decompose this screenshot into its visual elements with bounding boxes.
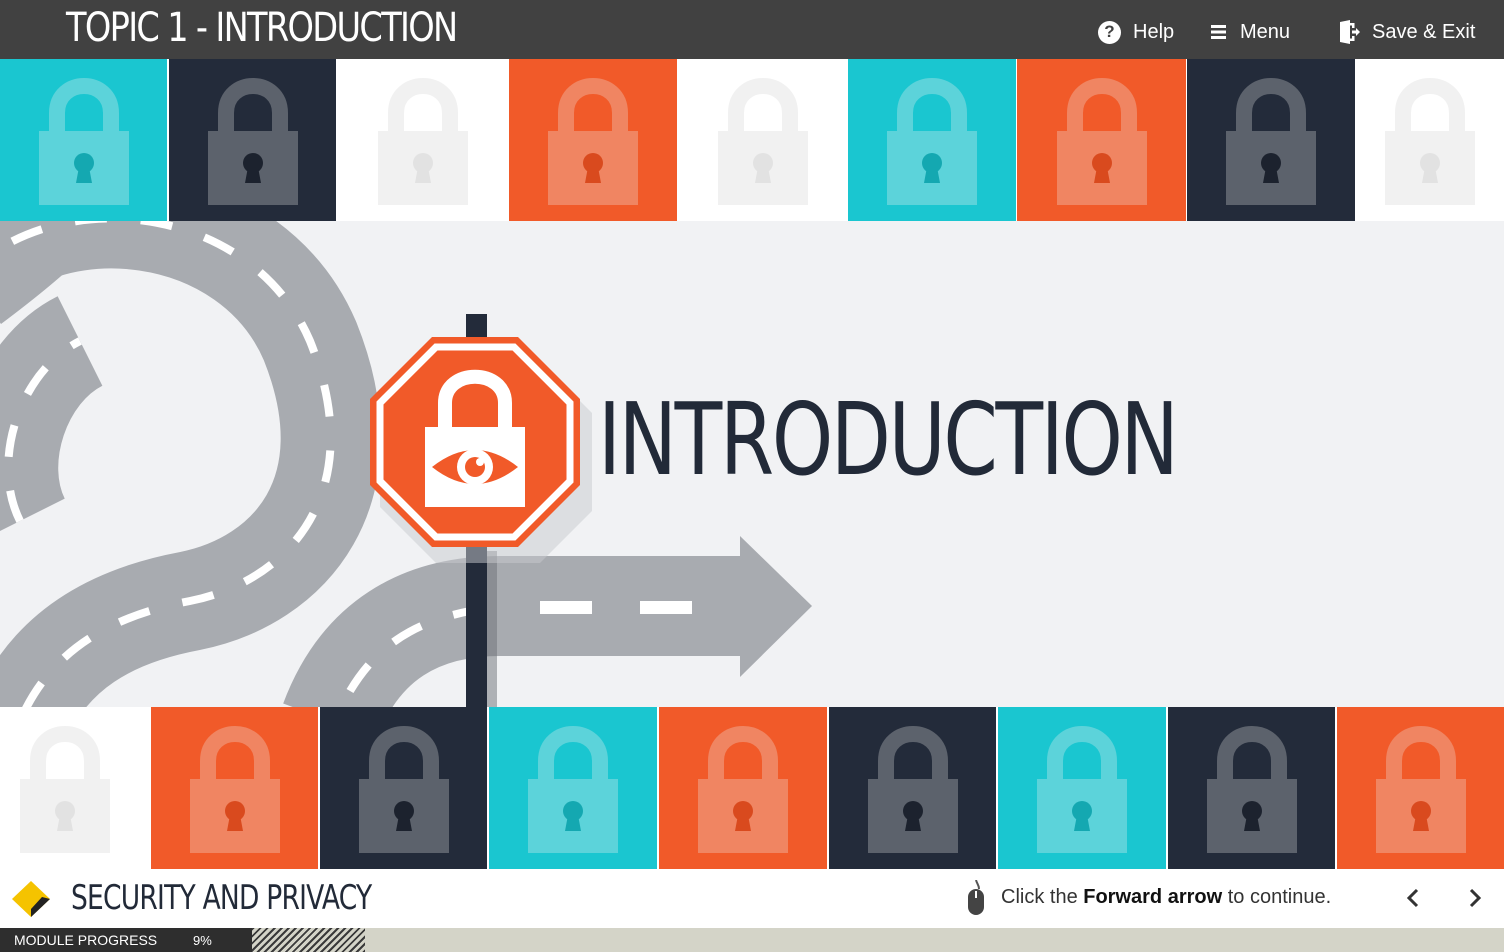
top-bar: TOPIC 1 - INTRODUCTION ? Help Menu Save … — [0, 0, 1504, 59]
lock-tile — [489, 707, 657, 869]
lock-tile — [338, 59, 507, 221]
lock-tile — [848, 59, 1016, 221]
padlock-icon — [189, 726, 280, 853]
mouse-icon — [965, 879, 987, 921]
instruction-prefix: Click the — [1001, 886, 1084, 908]
instruction-emphasis: Forward arrow — [1083, 886, 1223, 908]
exit-door-icon — [1338, 20, 1360, 44]
padlock-icon — [1385, 78, 1475, 205]
padlock-eye-stop-sign-icon — [370, 337, 592, 563]
back-arrow-button[interactable] — [1399, 884, 1427, 912]
lock-tile — [169, 59, 336, 221]
padlock-icon — [1226, 78, 1316, 205]
menu-label: Menu — [1240, 20, 1291, 43]
forward-arrow-button[interactable] — [1461, 884, 1489, 912]
padlock-icon — [717, 78, 808, 205]
padlock-icon — [20, 726, 110, 853]
module-progress-bar: MODULE PROGRESS 9% — [0, 928, 1504, 952]
lock-tile — [1337, 707, 1504, 869]
save-exit-button[interactable]: Save & Exit — [1338, 14, 1475, 50]
progress-label: MODULE PROGRESS — [14, 932, 158, 948]
instruction-suffix: to continue. — [1222, 886, 1332, 908]
instruction-text: Click the Forward arrow to continue. — [1001, 883, 1331, 911]
course-player: TOPIC 1 - INTRODUCTION ? Help Menu Save … — [0, 0, 1504, 952]
lock-tile-row-top — [0, 59, 1504, 221]
padlock-icon — [1037, 726, 1127, 853]
lock-tile — [151, 707, 318, 869]
lock-tile — [659, 707, 827, 869]
topic-title: TOPIC 1 - INTRODUCTION — [66, 5, 458, 51]
menu-button[interactable]: Menu — [1210, 14, 1290, 50]
padlock-icon — [1375, 726, 1466, 853]
lock-tile — [1356, 59, 1504, 221]
progress-fill — [252, 928, 365, 952]
lock-tile — [1017, 59, 1186, 221]
padlock-icon — [528, 726, 618, 853]
lock-tile — [998, 707, 1166, 869]
padlock-icon — [887, 78, 977, 205]
lock-tile — [320, 707, 487, 869]
padlock-icon — [1056, 78, 1147, 205]
chevron-left-icon — [1406, 888, 1419, 908]
lock-tile-row-bottom — [0, 707, 1504, 869]
padlock-icon — [377, 78, 468, 205]
padlock-icon — [1206, 726, 1297, 853]
progress-percent: 9% — [193, 933, 212, 948]
lock-tile — [0, 707, 150, 869]
diamond-logo-icon — [10, 879, 52, 924]
slide-scene: INTRODUCTION — [0, 221, 1504, 707]
lock-tile — [678, 59, 847, 221]
hamburger-menu-icon — [1210, 24, 1228, 40]
lock-tile — [509, 59, 677, 221]
lock-tile — [0, 59, 167, 221]
help-label: Help — [1133, 20, 1175, 43]
progress-label-box: MODULE PROGRESS 9% — [0, 928, 252, 952]
course-title: SECURITY AND PRIVACY — [71, 878, 372, 918]
chevron-right-icon — [1469, 888, 1482, 908]
help-button[interactable]: ? Help — [1098, 14, 1174, 50]
lock-tile — [829, 707, 996, 869]
padlock-icon — [38, 78, 129, 205]
lock-tile — [1168, 707, 1335, 869]
padlock-icon — [207, 78, 298, 205]
help-circle-icon: ? — [1098, 20, 1121, 44]
slide-heading: INTRODUCTION — [598, 381, 1179, 498]
save-exit-label: Save & Exit — [1372, 20, 1476, 43]
padlock-icon — [548, 78, 638, 205]
padlock-icon — [358, 726, 449, 853]
padlock-icon — [867, 726, 958, 853]
padlock-icon — [698, 726, 788, 853]
lock-tile — [1187, 59, 1355, 221]
